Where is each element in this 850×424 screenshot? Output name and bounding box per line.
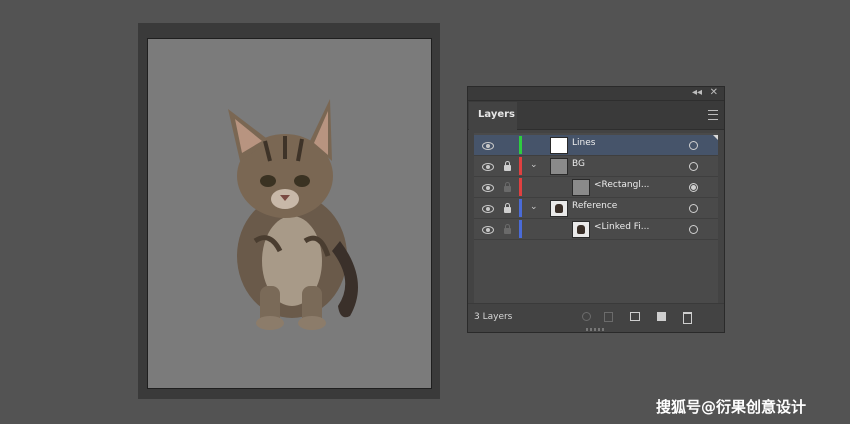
layer-name[interactable]: <Linked Fi... (594, 222, 649, 232)
resize-grip[interactable] (586, 328, 606, 331)
panel-titlebar[interactable]: ◂◂ ✕ (468, 87, 724, 101)
eye-icon[interactable] (482, 184, 494, 192)
lock-icon[interactable] (504, 182, 511, 192)
layer-name[interactable]: BG (572, 159, 585, 169)
layer-thumbnail (550, 137, 568, 154)
layer-count: 3 Layers (474, 312, 513, 322)
target-circle-icon[interactable] (689, 183, 698, 192)
sublayer-row-rectangle[interactable]: <Rectangl... (474, 177, 718, 198)
eye-icon[interactable] (482, 205, 494, 213)
eye-icon[interactable] (482, 226, 494, 234)
target-circle-icon[interactable] (689, 141, 698, 150)
layer-color-indicator (519, 157, 522, 175)
artboard[interactable] (147, 38, 432, 389)
chevron-down-icon[interactable]: ⌄ (530, 160, 538, 170)
kitten-image[interactable] (210, 91, 380, 331)
layer-name[interactable]: <Rectangl... (594, 180, 649, 190)
eye-icon[interactable] (482, 163, 494, 171)
layer-name[interactable]: Reference (572, 201, 617, 211)
layer-row-lines[interactable]: Lines (474, 135, 718, 156)
lock-icon[interactable] (504, 224, 511, 234)
panel-tabbar: Layers (468, 101, 724, 130)
target-circle-icon[interactable] (689, 162, 698, 171)
layer-thumbnail (572, 221, 590, 238)
panel-footer: 3 Layers (468, 303, 724, 332)
chevron-down-icon[interactable]: ⌄ (530, 202, 538, 212)
trash-icon[interactable] (683, 312, 692, 324)
layer-color-indicator (519, 178, 522, 196)
new-sublayer-icon[interactable] (630, 312, 640, 321)
eye-icon[interactable] (482, 142, 494, 150)
layer-color-indicator (519, 136, 522, 154)
close-icon[interactable]: ✕ (710, 86, 718, 99)
layer-thumbnail (572, 179, 590, 196)
layer-row-bg[interactable]: ⌄ BG (474, 156, 718, 177)
clipping-mask-icon[interactable] (604, 312, 613, 322)
sublayer-row-linked-file[interactable]: <Linked Fi... (474, 219, 718, 240)
layer-row-reference[interactable]: ⌄ Reference (474, 198, 718, 219)
tab-layers[interactable]: Layers (469, 102, 517, 130)
layer-thumbnail (550, 158, 568, 175)
panel-menu-icon[interactable] (708, 110, 718, 120)
layer-color-indicator (519, 199, 522, 217)
selection-corner-icon (713, 135, 718, 140)
target-circle-icon[interactable] (689, 225, 698, 234)
locate-object-icon[interactable] (582, 312, 591, 321)
layers-list: Lines ⌄ BG <Rectangl... ⌄ Reference <Lin… (474, 133, 718, 303)
new-layer-icon[interactable] (657, 312, 666, 321)
layer-thumbnail (550, 200, 568, 217)
collapse-icon[interactable]: ◂◂ (692, 86, 702, 99)
layers-panel: ◂◂ ✕ Layers Lines ⌄ BG <Rectangl... ⌄ Re… (467, 86, 725, 333)
layer-color-indicator (519, 220, 522, 238)
lock-icon[interactable] (504, 203, 511, 213)
watermark-text: 搜狐号@衍果创意设计 (656, 398, 807, 416)
target-circle-icon[interactable] (689, 204, 698, 213)
layer-name[interactable]: Lines (572, 138, 595, 148)
lock-icon[interactable] (504, 161, 511, 171)
